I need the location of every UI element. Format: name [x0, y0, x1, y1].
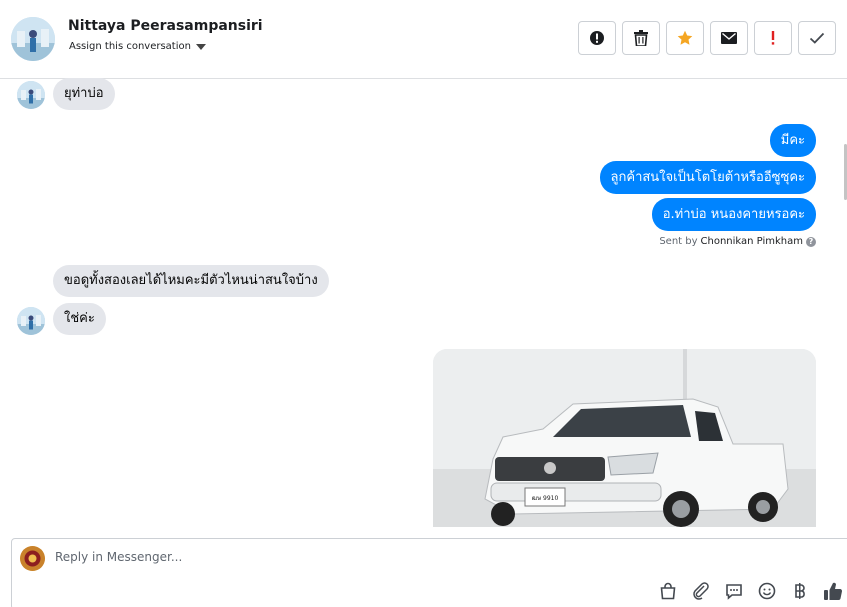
alert-circle-icon [590, 31, 604, 45]
emoji-icon [758, 582, 776, 600]
incoming-message[interactable]: ใช่ค่ะ [53, 303, 106, 335]
mark-unread-button[interactable] [710, 21, 748, 55]
send-like-button[interactable] [823, 581, 843, 601]
sent-by-info: Sent by Chonnikan Pimkham ? [659, 236, 816, 247]
saved-reply-icon [726, 584, 742, 600]
shopping-bag-icon [660, 582, 676, 600]
trash-icon [634, 30, 648, 46]
paperclip-icon [693, 582, 709, 600]
reply-composer [11, 538, 847, 607]
composer-toolbar [658, 581, 843, 601]
conversation-toolbar [578, 21, 836, 55]
sent-by-name[interactable]: Chonnikan Pimkham [701, 236, 803, 247]
license-plate: ฒษ 9910 [532, 495, 559, 502]
contact-name[interactable]: Nittaya Peerasampansiri [68, 18, 263, 34]
envelope-icon [721, 32, 737, 44]
thumbs-up-icon [824, 582, 843, 601]
payment-button[interactable] [790, 581, 810, 601]
contact-avatar-small [17, 307, 45, 335]
help-icon[interactable]: ? [806, 236, 816, 247]
photo-attachment-pickup-truck[interactable]: ฒษ 9910 [433, 349, 816, 527]
mark-done-button[interactable] [798, 21, 836, 55]
follow-up-button[interactable] [754, 21, 792, 55]
sent-by-prefix: Sent by [659, 236, 698, 247]
reply-input[interactable] [55, 550, 555, 564]
contact-avatar-small [17, 81, 45, 109]
assign-label: Assign this conversation [69, 41, 191, 52]
delete-button[interactable] [622, 21, 660, 55]
incoming-message[interactable]: ขอดูทั้งสองเลยได้ไหมคะมีตัวไหนน่าสนใจบ้า… [53, 265, 329, 297]
exclamation-icon [771, 31, 775, 45]
caret-down-icon [195, 44, 206, 50]
star-icon [677, 30, 693, 45]
outgoing-message[interactable]: มีคะ [769, 124, 816, 157]
contact-avatar[interactable] [11, 17, 55, 61]
mark-spam-button[interactable] [578, 21, 616, 55]
attach-file-button[interactable] [691, 581, 711, 601]
assign-conversation-dropdown[interactable]: Assign this conversation [69, 41, 206, 52]
star-button[interactable] [666, 21, 704, 55]
outgoing-message[interactable]: อ.ท่าบ่อ หนองคายหรอคะ [651, 198, 816, 231]
conversation-header: Nittaya Peerasampansiri Assign this conv… [0, 0, 847, 79]
checkmark-icon [809, 32, 825, 44]
outgoing-message[interactable]: ลูกค้าสนใจเป็นโตโยต้าหรืออีซูซุคะ [599, 161, 816, 194]
incoming-message[interactable]: ยุท่าบ่อ [53, 78, 115, 110]
emoji-button[interactable] [757, 581, 777, 601]
shopping-bag-button[interactable] [658, 581, 678, 601]
saved-replies-button[interactable] [724, 581, 744, 601]
baht-icon [795, 583, 805, 599]
page-avatar [20, 546, 45, 571]
